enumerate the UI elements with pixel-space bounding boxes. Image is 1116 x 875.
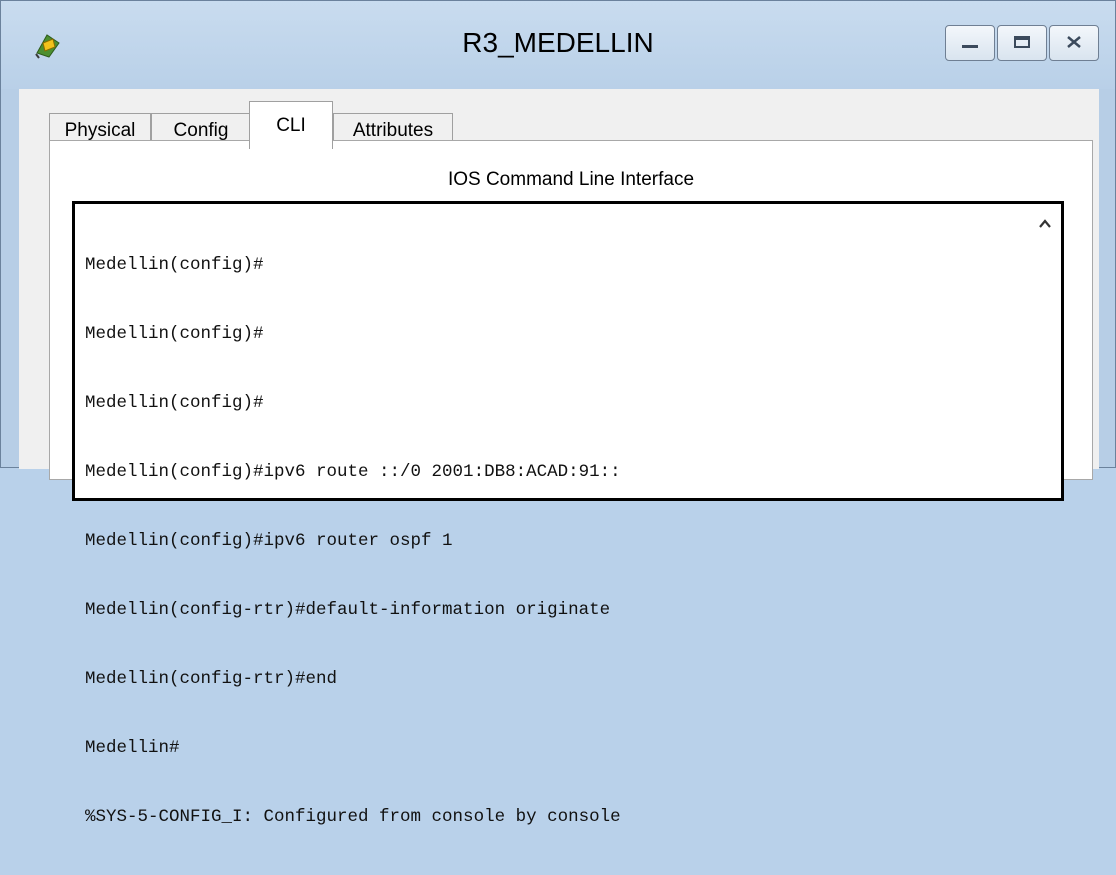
minimize-button[interactable] (945, 25, 995, 61)
minimize-icon (961, 34, 979, 53)
terminal-output[interactable]: Medellin(config)# Medellin(config)# Mede… (85, 208, 621, 875)
maximize-icon (1013, 34, 1031, 53)
router-window: R3_MEDELLIN Physical Config CLI Attribut… (0, 0, 1116, 827)
terminal-line: Medellin(config-rtr)#default-information… (85, 600, 611, 620)
tab-cli[interactable]: CLI (249, 101, 333, 149)
terminal-line: Medellin(config)#ipv6 router ospf 1 (85, 531, 453, 551)
panel-title: IOS Command Line Interface (447, 169, 695, 190)
terminal-line: Medellin(config)# (85, 255, 264, 275)
terminal-line: Medellin(config)# (85, 324, 264, 344)
terminal-line: %SYS-5-CONFIG_I: Configured from console… (85, 807, 621, 827)
window-content: Physical Config CLI Attributes IOS Comma… (19, 89, 1099, 827)
title-bar[interactable]: R3_MEDELLIN (1, 1, 1115, 89)
cli-panel: IOS Command Line Interface Medellin(conf… (49, 140, 1093, 827)
terminal-line: Medellin(config-rtr)#end (85, 669, 338, 689)
terminal-line: Medellin(config)# (85, 393, 264, 413)
terminal-line: Medellin(config)#ipv6 route ::/0 2001:DB… (85, 462, 621, 482)
terminal-line: Medellin# (85, 738, 180, 758)
cli-terminal[interactable]: Medellin(config)# Medellin(config)# Mede… (72, 201, 1064, 827)
close-icon (1065, 34, 1083, 53)
scroll-up-arrow-icon[interactable] (1037, 216, 1053, 232)
maximize-button[interactable] (997, 25, 1047, 61)
close-button[interactable] (1049, 25, 1099, 61)
